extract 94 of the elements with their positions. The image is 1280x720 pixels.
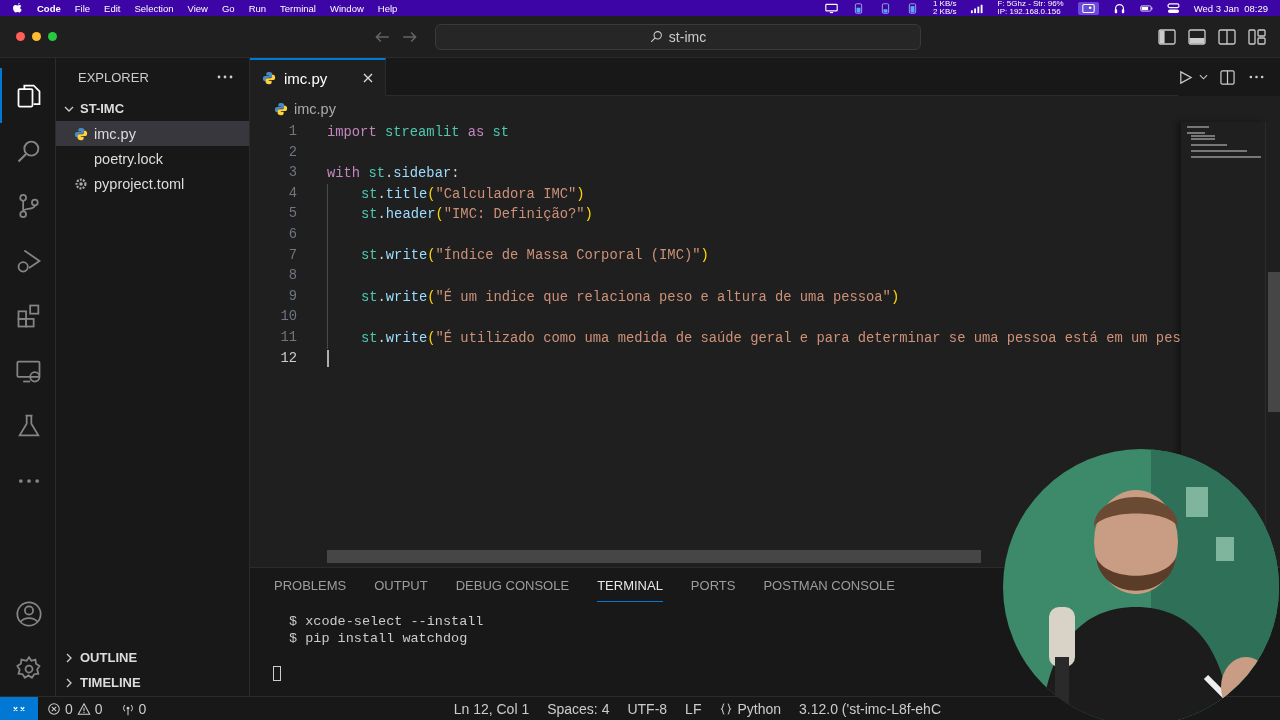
editor-tab[interactable]: imc.py <box>250 58 386 96</box>
ports-status[interactable]: 0 <box>111 700 156 717</box>
python-icon <box>74 126 88 141</box>
line-number: 1 <box>287 123 297 141</box>
line-number: 10 <box>279 308 297 327</box>
signal-icon <box>970 2 984 14</box>
network-speed: 2 KB/s <box>932 8 957 16</box>
screen-share-icon[interactable] <box>1077 1 1099 15</box>
line-number: 9 <box>287 287 297 306</box>
python-icon <box>262 71 276 85</box>
battery-icon[interactable] <box>1139 2 1153 14</box>
panel-tab[interactable]: DEBUG CONSOLE <box>455 568 570 602</box>
menu-item[interactable]: View <box>187 2 208 14</box>
braces-icon <box>719 701 734 716</box>
customize-layout-icon[interactable] <box>1248 28 1266 45</box>
python-interpreter[interactable]: 3.12.0 ('st-imc-L8f-ehC <box>790 700 950 717</box>
menu-item[interactable]: Go <box>221 2 235 14</box>
code-line: st.write("Índice de Massa Corporal (IMC)") <box>361 248 709 264</box>
line-number: 7 <box>287 246 297 265</box>
toggle-sidebar-icon[interactable] <box>1158 28 1176 45</box>
explorer-file[interactable]: poetry.lock <box>56 146 249 171</box>
split-editor-icon[interactable] <box>1220 69 1235 85</box>
code-line: st.write("É um indice que relaciona peso e altura de uma pessoa") <box>361 289 900 305</box>
sidebar-section-header[interactable]: TIMELINE <box>56 670 249 695</box>
explorer-file[interactable]: pyproject.toml <box>56 171 249 196</box>
menu-item[interactable]: Terminal <box>280 2 316 14</box>
line-number: 12 <box>279 349 297 368</box>
horizontal-scrollbar[interactable] <box>327 550 981 563</box>
menu-item[interactable]: Selection <box>134 2 174 14</box>
indentation-status[interactable]: Spaces: 4 <box>538 700 619 717</box>
app-menu[interactable]: Code <box>37 2 61 14</box>
problems-status[interactable]: 0 0 <box>38 700 112 717</box>
sidebar-section-header[interactable]: OUTLINE <box>56 645 249 670</box>
line-number: 6 <box>287 225 297 244</box>
menu-item[interactable]: Help <box>377 2 398 14</box>
wifi-info: F: 5Ghz - Str: 96% <box>997 0 1064 8</box>
line-number: 2 <box>287 143 297 162</box>
warning-icon <box>76 701 91 716</box>
more-icon[interactable] <box>1249 75 1264 79</box>
caret-icon[interactable] <box>1199 74 1208 80</box>
error-icon <box>47 701 61 716</box>
minimap[interactable] <box>1187 126 1261 158</box>
code-line: import streamlit as st <box>327 124 510 140</box>
scrollbar-thumb[interactable] <box>1268 272 1280 412</box>
gear-icon <box>74 176 88 191</box>
line-ending-status[interactable]: LF <box>676 700 711 717</box>
menu-item[interactable]: Run <box>248 2 267 14</box>
explorer-title: EXPLORER <box>78 69 149 85</box>
line-number: 8 <box>287 267 297 286</box>
more-icon[interactable] <box>217 75 233 79</box>
code-line: st.title("Calculadora IMC") <box>361 186 585 202</box>
python-icon <box>274 102 288 116</box>
apple-icon[interactable] <box>12 2 23 14</box>
folder-header[interactable]: ST-IMC <box>56 96 249 121</box>
headphones-icon[interactable] <box>1112 2 1126 14</box>
cursor-position[interactable]: Ln 12, Col 1 <box>444 700 539 717</box>
panel-tab[interactable]: PORTS <box>690 568 736 602</box>
code-line: st.write("É utilizado como uma medida de saúde geral e para determinar se uma pessoa está em um pes <box>361 330 1181 346</box>
menu-bar-clock[interactable]: Wed 3 Jan 08:29 <box>1193 2 1268 14</box>
explorer-file[interactable]: imc.py <box>56 121 249 146</box>
close-icon[interactable] <box>363 73 373 83</box>
terminal-cursor <box>273 666 281 681</box>
minimize-window-button[interactable] <box>32 32 41 41</box>
encoding-status[interactable]: UTF-8 <box>618 700 677 717</box>
panel-tab[interactable]: POSTMAN CONSOLE <box>763 568 895 602</box>
command-center-search[interactable]: st-imc <box>435 23 921 50</box>
panel-tab[interactable]: PROBLEMS <box>274 568 347 602</box>
text-cursor <box>327 350 329 368</box>
menu-item[interactable]: Window <box>330 2 364 14</box>
code-line: st.header("IMC: Definição?") <box>361 207 593 223</box>
network-speed: 1 KB/s <box>932 0 957 8</box>
search-icon <box>649 30 663 43</box>
monitor-icon[interactable] <box>824 2 838 14</box>
terminal-line: $ xcode-select --install <box>289 614 485 631</box>
menu-item[interactable]: Edit <box>104 2 121 14</box>
breadcrumb[interactable]: imc.py <box>250 96 1280 122</box>
line-number: 11 <box>279 328 297 347</box>
close-window-button[interactable] <box>16 32 25 41</box>
account-icon[interactable] <box>14 599 43 628</box>
code-line: with st.sidebar: <box>327 166 460 181</box>
line-number: 3 <box>287 164 297 183</box>
wifi-info: IP: 192.168.0.156 <box>997 8 1062 16</box>
menu-item[interactable]: File <box>74 2 91 14</box>
zoom-window-button[interactable] <box>48 32 57 41</box>
line-number: 5 <box>287 205 297 224</box>
run-icon[interactable] <box>1178 69 1193 85</box>
toggle-panel-icon[interactable] <box>1188 28 1206 45</box>
line-number: 4 <box>287 184 297 203</box>
panel-tab[interactable]: OUTPUT <box>374 568 428 602</box>
control-center-icon[interactable] <box>1166 2 1180 14</box>
split-layout-icon[interactable] <box>1218 28 1236 45</box>
terminal-line: $ pip install watchdog <box>289 631 469 648</box>
language-mode[interactable]: Python <box>710 700 791 717</box>
panel-tab[interactable]: TERMINAL <box>597 568 663 602</box>
